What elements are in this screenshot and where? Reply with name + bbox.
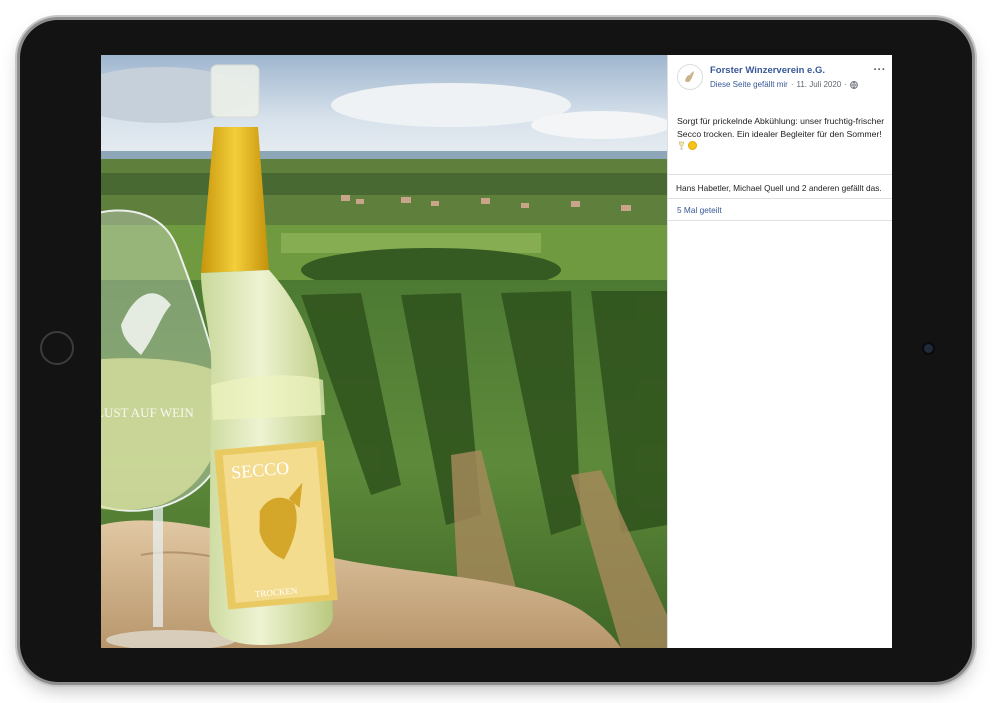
screen: LUST AUF WEIN SECCO TROCKEN Forster Winz… bbox=[101, 55, 892, 648]
post-header: Forster Winzerverein e.G. Diese Seite ge… bbox=[677, 64, 887, 94]
meta-separator: · bbox=[790, 80, 794, 89]
post-date[interactable]: 11. Juli 2020 bbox=[796, 80, 841, 89]
likes-summary[interactable]: Hans Habetler, Michael Quell und 2 ander… bbox=[676, 183, 882, 193]
vineyard-photo: LUST AUF WEIN SECCO TROCKEN bbox=[101, 55, 667, 648]
page-liked-link[interactable]: Diese Seite gefällt mir bbox=[710, 80, 788, 89]
meta-separator-2: · bbox=[844, 80, 847, 89]
glass-text: LUST AUF WEIN bbox=[101, 405, 194, 420]
globe-icon bbox=[850, 80, 858, 89]
page-name-link[interactable]: Forster Winzerverein e.G. bbox=[710, 65, 825, 76]
shares-count-link[interactable]: 5 Mal geteilt bbox=[677, 205, 722, 215]
page-avatar[interactable] bbox=[677, 64, 703, 90]
griffin-logo-icon bbox=[685, 71, 694, 82]
post-text: Sorgt für prickelnde Abkühlung: unser fr… bbox=[677, 115, 887, 153]
divider bbox=[668, 198, 892, 199]
divider bbox=[668, 174, 892, 175]
home-button[interactable] bbox=[40, 331, 74, 365]
post-photo[interactable]: LUST AUF WEIN SECCO TROCKEN bbox=[101, 55, 667, 648]
more-icon[interactable]: ··· bbox=[874, 64, 887, 76]
sparkling-glass-emoji-icon bbox=[678, 141, 685, 150]
divider bbox=[668, 220, 892, 221]
tablet-frame: LUST AUF WEIN SECCO TROCKEN Forster Winz… bbox=[20, 20, 972, 682]
sun-emoji-icon bbox=[688, 141, 698, 150]
post-meta: Diese Seite gefällt mir · 11. Juli 2020 … bbox=[710, 80, 858, 89]
post-panel: Forster Winzerverein e.G. Diese Seite ge… bbox=[667, 55, 892, 648]
post-text-body: Sorgt für prickelnde Abkühlung: unser fr… bbox=[677, 116, 885, 139]
camera-icon bbox=[924, 344, 933, 353]
